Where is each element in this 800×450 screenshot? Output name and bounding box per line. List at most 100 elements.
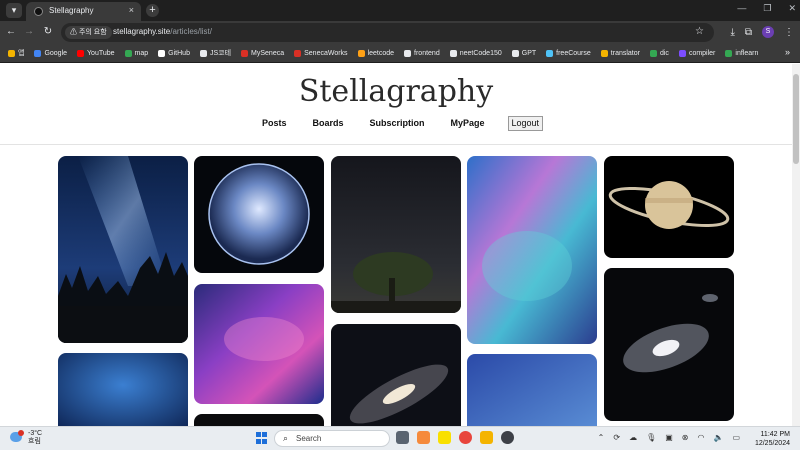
gallery-card-spiral-galaxy[interactable] xyxy=(604,268,734,421)
new-tab-button[interactable]: + xyxy=(146,4,159,17)
bookmark-freecourse-12[interactable]: freeCourse xyxy=(546,49,591,57)
code-icon xyxy=(404,49,412,57)
back-arrow-icon[interactable]: ← xyxy=(5,26,17,38)
tab-close-icon[interactable]: × xyxy=(129,5,134,15)
openai-icon xyxy=(511,49,519,57)
taskbar-search[interactable]: ⌕ Search xyxy=(274,430,390,447)
browser-tab-stellagraphy[interactable]: Stellagraphy × xyxy=(26,2,141,21)
weather-description: 흐림 xyxy=(28,438,41,445)
bookmark---0[interactable]: 앱 xyxy=(8,48,24,58)
address-bar[interactable]: ⚠ 주의 요함 stellagraphy.site/articles/list/… xyxy=(61,23,714,42)
gallery-card-colorful-nebula[interactable] xyxy=(194,284,324,404)
page-scrollbar[interactable] xyxy=(792,64,800,426)
spiral-galaxy-photo xyxy=(604,268,734,421)
url-host: stellagraphy.site xyxy=(113,27,171,36)
bookmark-neetcode150-10[interactable]: neetCode150 xyxy=(449,49,502,57)
bookmark-label: dic xyxy=(659,49,669,57)
reload-icon[interactable]: ↻ xyxy=(42,26,54,38)
bookmark-label: freeCourse xyxy=(556,49,591,57)
bookmark-compiler-15[interactable]: compiler xyxy=(678,49,715,57)
gallery-card-saturn[interactable] xyxy=(604,156,734,258)
bookmark-map-3[interactable]: map xyxy=(124,49,148,57)
main-navigation: Posts Boards Subscription MyPage Logout xyxy=(0,116,792,131)
web-page: Stellagraphy Posts Boards Subscription M… xyxy=(0,64,792,426)
map-icon xyxy=(124,49,132,57)
volume-icon[interactable]: 🔈 xyxy=(713,433,723,442)
download-icon[interactable]: ⤓ xyxy=(730,27,734,38)
forward-arrow-icon[interactable]: → xyxy=(23,26,35,38)
tab-search-menu-button[interactable]: ▾ xyxy=(6,3,22,18)
tab-title: Stellagraphy xyxy=(49,6,94,15)
close-window-icon[interactable]: ✕ xyxy=(788,3,796,14)
warning-triangle-icon: ⚠ xyxy=(70,29,77,36)
task-view-icon[interactable] xyxy=(396,431,409,444)
bookmark-github-4[interactable]: GitHub xyxy=(158,49,190,57)
bookmark-gpt-11[interactable]: GPT xyxy=(511,49,536,57)
windows-start-icon[interactable] xyxy=(256,432,268,444)
url-text[interactable]: stellagraphy.site/articles/list/ xyxy=(113,27,212,36)
kakaotalk-icon[interactable] xyxy=(438,431,451,444)
url-path: /articles/list/ xyxy=(170,27,213,36)
file-explorer-icon[interactable] xyxy=(480,431,493,444)
bookmark-frontend-9[interactable]: frontend xyxy=(404,49,440,57)
system-clock[interactable]: 11:42 PM 12/25/2024 xyxy=(755,430,790,448)
browser-tab-bar: ▾ Stellagraphy × + — ❐ ✕ xyxy=(0,0,800,21)
gallery-card-night-tree[interactable] xyxy=(331,156,461,313)
inflearn-icon xyxy=(725,49,733,57)
night-tree-starry-sky-photo xyxy=(331,156,461,313)
scrollbar-thumb[interactable] xyxy=(793,74,799,164)
google-icon xyxy=(34,49,42,57)
nav-boards-link[interactable]: Boards xyxy=(312,116,343,131)
maximize-icon[interactable]: ❐ xyxy=(763,3,771,14)
toolbar-actions: ⤓ ⧉ S ⋮ xyxy=(730,26,794,38)
bookmark-google-1[interactable]: Google xyxy=(34,49,68,57)
gallery-card-dark-partial[interactable] xyxy=(194,414,324,426)
bookmark-star-icon[interactable]: ☆ xyxy=(695,26,704,37)
battery-icon[interactable]: ▭ xyxy=(732,433,740,442)
gallery-card-milky-way-forest[interactable] xyxy=(58,156,188,343)
bookmarks-overflow-icon[interactable]: » xyxy=(785,47,790,57)
nav-mypage-link[interactable]: MyPage xyxy=(451,116,485,131)
terminal-app-icon[interactable] xyxy=(501,431,514,444)
bookmark-label: MySeneca xyxy=(251,49,285,57)
nav-posts-link[interactable]: Posts xyxy=(262,116,287,131)
bookmark-label: frontend xyxy=(414,49,440,57)
more-menu-icon[interactable]: ⋮ xyxy=(784,27,794,38)
cloud-icon[interactable]: ☁ xyxy=(629,433,637,442)
bookmark-senecaworks-7[interactable]: SenecaWorks xyxy=(294,49,348,57)
profile-avatar[interactable]: S xyxy=(762,26,774,38)
github-icon xyxy=(158,49,166,57)
gallery-card-cosmic-cloud[interactable] xyxy=(467,156,597,344)
blue-star-field-photo xyxy=(58,353,188,426)
copilot-icon[interactable] xyxy=(417,431,430,444)
kakao-tray-icon[interactable]: ▣ xyxy=(665,433,673,442)
bookmark-youtube-2[interactable]: YouTube xyxy=(77,49,115,57)
site-title[interactable]: Stellagraphy xyxy=(0,74,792,109)
minimize-icon[interactable]: — xyxy=(737,3,746,14)
course-icon xyxy=(546,49,554,57)
bookmark-js--5[interactable]: JS코테 xyxy=(199,48,231,58)
bookmark-myseneca-6[interactable]: MySeneca xyxy=(241,49,285,57)
microphone-icon[interactable]: 🎙 xyxy=(646,433,656,442)
saturn-planet-photo xyxy=(604,156,734,258)
gallery-card-andromeda-galaxy[interactable] xyxy=(331,324,461,426)
block-icon[interactable]: ⊗ xyxy=(682,433,689,442)
sync-icon[interactable]: ⟳ xyxy=(613,433,620,442)
nav-subscription-link[interactable]: Subscription xyxy=(369,116,424,131)
bookmark-inflearn-16[interactable]: inflearn xyxy=(725,49,758,57)
logout-button[interactable]: Logout xyxy=(507,116,544,131)
security-warning-chip[interactable]: ⚠ 주의 요함 xyxy=(65,26,112,39)
bookmark-translator-13[interactable]: translator xyxy=(600,49,640,57)
bookmark-leetcode-8[interactable]: leetcode xyxy=(357,49,394,57)
gallery-card-crystal-sphere[interactable] xyxy=(194,156,324,273)
extensions-icon[interactable]: ⧉ xyxy=(745,27,752,38)
gallery-card-blue-galaxy[interactable] xyxy=(467,354,597,426)
bookmark-label: Google xyxy=(44,49,68,57)
gallery-card-blue-star-field[interactable] xyxy=(58,353,188,426)
bookmark-dic-14[interactable]: dic xyxy=(649,49,669,57)
chrome-icon[interactable] xyxy=(459,431,472,444)
wifi-icon[interactable]: ◠ xyxy=(697,433,704,442)
tray-overflow-icon[interactable]: ⌃ xyxy=(598,433,605,442)
notification-badge xyxy=(18,430,24,436)
bookmark-label: GitHub xyxy=(168,49,190,57)
